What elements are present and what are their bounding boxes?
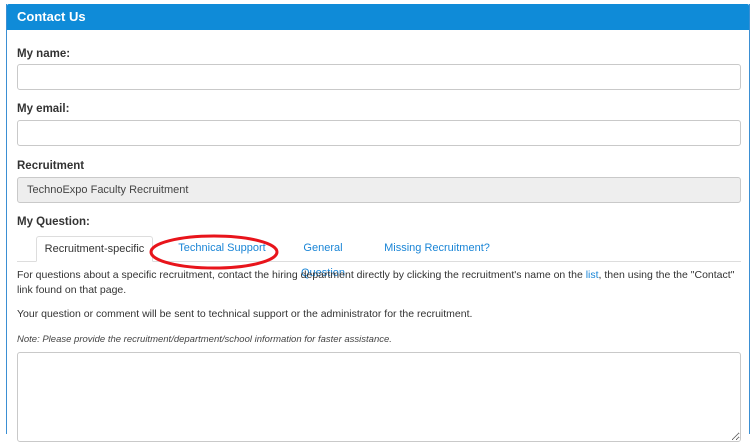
question-tabs: Recruitment-specific Technical Support G… (17, 236, 741, 279)
email-label: My email: (17, 103, 70, 115)
question-label: My Question: (17, 216, 90, 228)
tab-general-question[interactable]: General Question (280, 236, 366, 279)
tab-missing-recruitment[interactable]: Missing Recruitment? (375, 236, 499, 261)
recruitment-field: TechnoExpo Faculty Recruitment (17, 177, 741, 203)
panel-title: Contact Us (7, 4, 749, 30)
instructions-text-start: For questions about a specific recruitme… (17, 269, 586, 281)
tab-recruitment-specific[interactable]: Recruitment-specific (36, 236, 153, 262)
question-textarea[interactable] (17, 352, 741, 442)
email-input[interactable] (17, 120, 741, 146)
name-input[interactable] (17, 64, 741, 90)
tab-technical-support[interactable]: Technical Support (161, 236, 283, 261)
routing-info: Your question or comment will be sent to… (17, 308, 473, 320)
contact-panel: Contact Us My name: My email: Recruitmen… (6, 4, 750, 442)
name-label: My name: (17, 48, 71, 60)
assistance-note: Note: Please provide the recruitment/dep… (17, 334, 392, 345)
recruitment-label: Recruitment (17, 160, 85, 172)
recruitment-instructions: For questions about a specific recruitme… (17, 268, 742, 298)
recruitment-list-link[interactable]: list (586, 269, 599, 281)
